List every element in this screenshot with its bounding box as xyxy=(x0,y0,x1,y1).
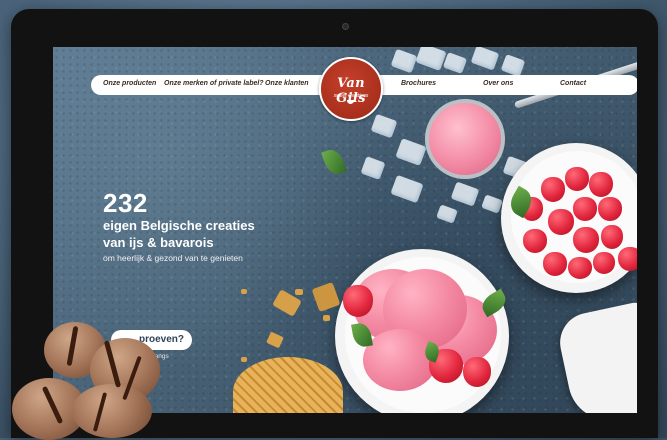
nav-item-contact[interactable]: Contact xyxy=(560,80,586,87)
hero-headline-line2: van ijs & bavarois xyxy=(103,235,214,250)
chocolate-ice-cream-scoop xyxy=(72,384,152,438)
ice-cream-scoop xyxy=(363,329,437,391)
raspberry xyxy=(523,229,547,253)
waffle-crumb xyxy=(241,357,247,362)
raspberry xyxy=(573,197,597,221)
waffle-crumb xyxy=(295,289,303,295)
scooper-ice-cream xyxy=(425,99,505,179)
raspberry xyxy=(568,257,592,279)
logo-tagline: sweet creations xyxy=(333,93,369,99)
raspberry xyxy=(548,209,574,235)
raspberry xyxy=(543,252,567,276)
nav-item-merken[interactable]: Onze merken of private label? xyxy=(164,80,264,87)
webcam-icon xyxy=(342,23,349,30)
hero-subtitle: om heerlijk & gezond van te genieten xyxy=(103,253,243,263)
nav-item-brochures[interactable]: Brochures xyxy=(401,80,436,87)
raspberry xyxy=(541,177,565,202)
raspberry xyxy=(343,285,373,317)
hero-headline-line1: eigen Belgische creaties xyxy=(103,218,255,233)
raspberry xyxy=(565,167,589,191)
raspberry xyxy=(463,357,491,387)
nav-item-klanten[interactable]: Onze klanten xyxy=(265,80,309,87)
hero-count: 232 xyxy=(103,188,148,218)
raspberry xyxy=(601,225,623,249)
nav-item-producten[interactable]: Onze producten xyxy=(103,80,156,87)
raspberry xyxy=(593,252,615,274)
nav-item-over-ons[interactable]: Over ons xyxy=(483,80,513,87)
raspberry xyxy=(589,172,613,197)
raspberry xyxy=(573,227,599,253)
waffle-crumb xyxy=(323,315,330,321)
raspberry xyxy=(618,247,637,271)
raspberry xyxy=(598,197,622,221)
van-gils-logo[interactable]: Van Gils sweet creations xyxy=(319,57,383,121)
waffle-crumb xyxy=(241,289,247,294)
